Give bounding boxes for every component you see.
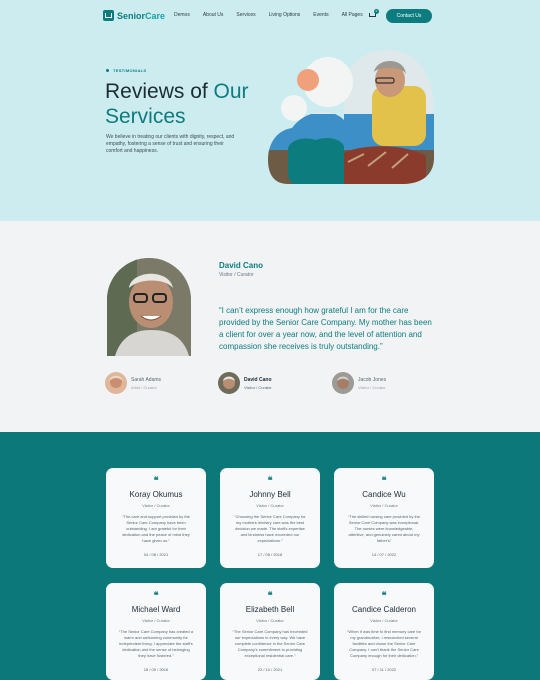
avatar <box>105 372 127 394</box>
reviewer-tab-jacob[interactable]: Jacob Jones Visitor / Curator <box>332 372 386 394</box>
quote-icon: ❝ <box>153 475 159 485</box>
nav-item-demos[interactable]: Demos <box>174 12 190 18</box>
reviewer-name: Sarah Adams <box>131 376 162 383</box>
reviews-section: ❝ Koray Okumus Visitor / Curator “The ca… <box>0 432 540 680</box>
card-text: “Choosing the Senior Care Company for my… <box>234 514 306 543</box>
reviewer-role: Visitor / Curator <box>244 384 272 390</box>
nav-item-living-options[interactable]: Living Options <box>269 12 301 18</box>
card-date: 17 / 05 / 2018 <box>257 552 283 557</box>
reviewer-tab-david[interactable]: David Cano Visitor / Curator <box>218 372 272 394</box>
featured-quote: “I can’t express enough how grateful I a… <box>219 306 432 351</box>
card-role: Visitor / Curator <box>370 503 398 508</box>
site-header: SeniorCare Demos About Us Services Livin… <box>0 0 540 34</box>
reviewer-role: Visitor / Curator <box>358 384 386 390</box>
card-name: Michael Ward <box>131 605 181 614</box>
review-card: ❝ Michael Ward Visitor / Curator “The Se… <box>106 583 206 680</box>
reviewer-name: David Cano <box>244 376 272 383</box>
card-name: Elizabeth Bell <box>245 605 295 614</box>
review-card: ❝ Elizabeth Bell Visitor / Curator “The … <box>220 583 320 680</box>
main-menu: Demos About Us Services Living Options E… <box>174 12 376 18</box>
card-name: Candice Calderon <box>351 605 417 614</box>
featured-name: David Cano <box>219 261 264 270</box>
logo-text-part2: Care <box>145 10 166 21</box>
featured-portrait <box>107 258 191 356</box>
card-text: “The Senior Care Company has exceeded ou… <box>232 629 308 658</box>
card-role: Visitor / Curator <box>142 618 170 623</box>
cart-count-badge: 0 <box>374 9 379 14</box>
house-icon <box>103 10 114 21</box>
nav-item-services[interactable]: Services <box>236 12 255 18</box>
card-date: 18 / 09 / 2016 <box>143 667 169 672</box>
card-text: “The care and support provided by the Se… <box>122 514 190 543</box>
card-text: “The skilled nursing care provided by th… <box>347 514 421 543</box>
nav-item-events[interactable]: Events <box>313 12 328 18</box>
review-card: ❝ Candice Wu Visitor / Curator “The skil… <box>334 468 434 568</box>
card-name: Koray Okumus <box>129 490 183 499</box>
card-text: “The Senior Care Company has created a w… <box>118 629 194 658</box>
card-date: 14 / 07 / 2022 <box>371 552 397 557</box>
card-name: Johnny Bell <box>249 490 291 499</box>
eyebrow-text: TESTIMONIALS <box>113 68 147 73</box>
review-card: ❝ Johnny Bell Visitor / Curator “Choosin… <box>220 468 320 568</box>
featured-photo <box>107 258 191 356</box>
hero-eyebrow: TESTIMONIALS <box>106 68 146 73</box>
card-role: Visitor / Curator <box>256 618 284 623</box>
card-role: Visitor / Curator <box>256 503 284 508</box>
quote-icon: ❝ <box>381 590 387 600</box>
quote-icon: ❝ <box>153 590 159 600</box>
avatar <box>332 372 354 394</box>
logo-text-part1: Senior <box>117 10 146 21</box>
card-role: Visitor / Curator <box>142 503 170 508</box>
quote-icon: ❝ <box>267 475 273 485</box>
reviewer-role: Artist / Curator <box>131 384 157 390</box>
nav-item-all-pages[interactable]: All Pages <box>342 12 363 18</box>
card-date: 04 / 08 / 2021 <box>143 552 169 557</box>
title-accent2: Services <box>105 105 186 128</box>
page-title: Reviews of Our Services <box>105 79 265 129</box>
title-part1: Reviews of <box>105 80 214 103</box>
quote-icon: ❝ <box>267 590 273 600</box>
hero-image <box>268 50 434 184</box>
card-name: Candice Wu <box>362 490 406 499</box>
avatar <box>218 372 240 394</box>
title-accent1: Our <box>213 80 249 103</box>
hero-description: We believe in treating our clients with … <box>106 134 235 154</box>
quote-icon: ❝ <box>381 475 387 485</box>
card-role: Visitor / Curator <box>370 618 398 623</box>
card-date: 22 / 10 / 2021 <box>257 667 283 672</box>
card-date: 07 / 11 / 2022 <box>371 667 397 672</box>
reviewer-tab-sarah[interactable]: Sarah Adams Artist / Curator <box>105 372 161 394</box>
review-card: ❝ Koray Okumus Visitor / Curator “The ca… <box>106 468 206 568</box>
logo[interactable]: SeniorCare <box>103 10 165 21</box>
logo-text: SeniorCare <box>117 11 165 21</box>
card-text: “When it was time to find memory care fo… <box>346 629 422 658</box>
eyebrow-dot <box>106 69 109 72</box>
featured-testimonial: David Cano Visitor / Curator “I can’t ex… <box>0 221 540 432</box>
review-card: ❝ Candice Calderon Visitor / Curator “Wh… <box>334 583 434 680</box>
featured-role: Visitor / Curator <box>219 272 254 278</box>
nav-item-about[interactable]: About Us <box>203 12 224 18</box>
contact-us-button[interactable]: Contact Us <box>386 9 432 23</box>
reviewer-name: Jacob Jones <box>358 376 387 383</box>
